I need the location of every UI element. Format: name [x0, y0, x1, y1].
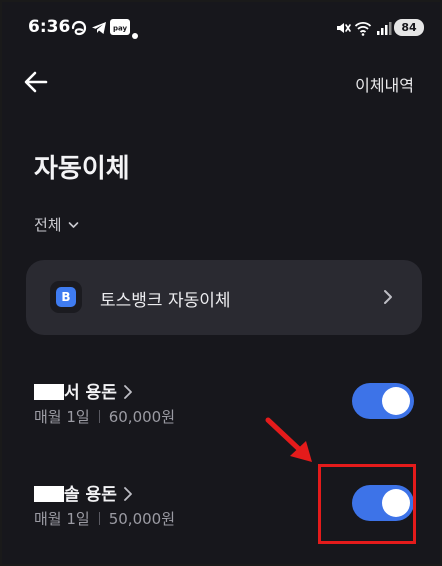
chevron-down-icon	[68, 221, 78, 228]
wifi-icon	[354, 19, 372, 41]
status-bar: 6:36 pay 84	[2, 2, 440, 52]
toss-bank-logo-letter: B	[56, 287, 76, 307]
transfer-item-2-schedule: 매월 1일	[34, 510, 90, 528]
pay-icon-text: pay	[113, 25, 128, 33]
meta-divider	[98, 512, 100, 525]
transfer-item-2-amount: 50,000원	[108, 510, 176, 528]
chevron-right-icon	[123, 384, 133, 405]
filter-dropdown[interactable]: 전체	[34, 214, 79, 235]
transfer-item-2-name[interactable]: 솔 용돈	[34, 480, 133, 507]
chevron-right-icon	[123, 486, 133, 507]
signal-icon	[376, 19, 392, 41]
telegram-icon	[90, 19, 108, 41]
transfer-item-1-toggle[interactable]	[352, 383, 414, 419]
phone-screen: 6:36 pay 84 이체내역 자동이체 전체 B 토스뱅크 자동이체 서 용…	[0, 0, 442, 566]
battery-indicator: 84	[394, 19, 424, 36]
status-time: 6:36	[28, 17, 71, 37]
threads-icon	[70, 19, 88, 41]
transfer-item-1-meta: 매월 1일 60,000원	[34, 406, 175, 427]
redacted-name-block	[34, 384, 64, 400]
toggle-knob	[382, 387, 410, 415]
toss-bank-logo-icon: B	[50, 281, 82, 313]
filter-label: 전체	[34, 216, 62, 234]
annotation-arrow-icon	[262, 414, 318, 470]
toss-bank-label: 토스뱅크 자동이체	[100, 291, 231, 311]
transfer-item-2-meta: 매월 1일 50,000원	[34, 508, 175, 529]
dot-icon	[132, 24, 138, 43]
toss-bank-autotransfer-card[interactable]: B 토스뱅크 자동이체	[26, 260, 422, 335]
mute-icon	[334, 19, 352, 41]
meta-divider	[98, 410, 100, 423]
back-button[interactable]	[22, 68, 50, 100]
page-title: 자동이체	[34, 154, 130, 184]
transfer-item-1-schedule: 매월 1일	[34, 408, 90, 426]
pay-icon: pay	[110, 18, 130, 40]
arrow-left-icon	[24, 71, 48, 93]
transfer-item-2-label: 솔 용돈	[64, 485, 117, 505]
transfer-item-1-name[interactable]: 서 용돈	[34, 378, 133, 405]
chevron-right-icon	[382, 288, 394, 310]
transfer-item-1-label: 서 용돈	[64, 383, 117, 403]
transfer-item-1-amount: 60,000원	[108, 408, 176, 426]
transfer-history-link[interactable]: 이체내역	[355, 72, 414, 96]
redacted-name-block	[34, 486, 64, 502]
annotation-highlight-box	[318, 464, 416, 544]
